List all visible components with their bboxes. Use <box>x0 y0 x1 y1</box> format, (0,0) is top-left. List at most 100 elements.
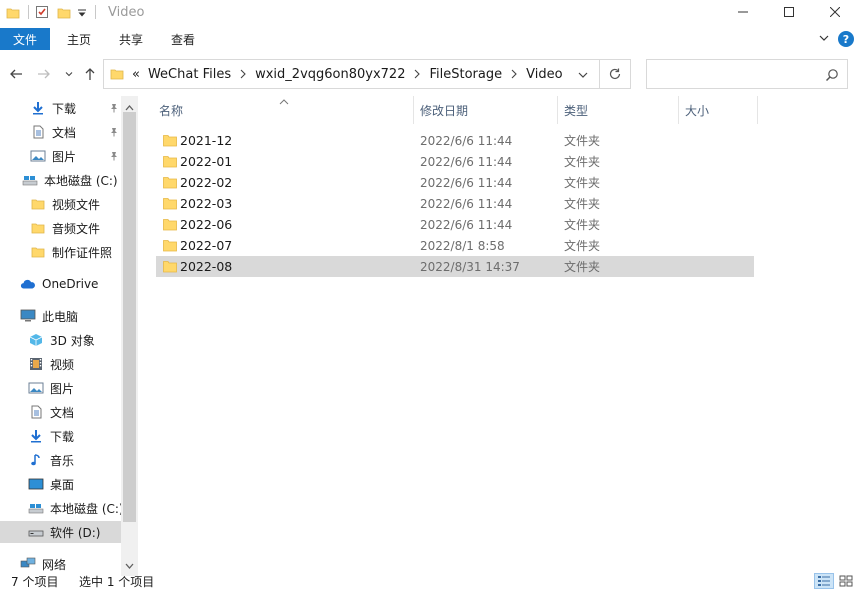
pictures-icon <box>28 380 44 396</box>
sidebar-item-label: 网络 <box>42 557 67 572</box>
sidebar-item-label: 视频文件 <box>52 197 101 212</box>
chevron-right-icon[interactable] <box>239 69 247 79</box>
drive-icon <box>28 500 44 516</box>
sidebar-item-label: 下载 <box>50 429 75 444</box>
sidebar-item-downloads[interactable]: 下载 <box>30 97 76 119</box>
pin-icon[interactable] <box>109 126 119 140</box>
sidebar-item-label: 文档 <box>52 125 77 140</box>
sidebar-item-3d-objects[interactable]: 3D 对象 <box>28 329 95 351</box>
search-input[interactable] <box>646 59 848 89</box>
tab-view[interactable]: 查看 <box>154 28 212 50</box>
folder-icon <box>30 244 46 260</box>
list-item[interactable]: 2022-03 2022/6/6 11:44 文件夹 <box>156 193 754 214</box>
toolbar-separator <box>28 5 29 19</box>
folder-icon <box>30 220 46 236</box>
breadcrumb-wxid[interactable]: wxid_2vqg6on80yx722 <box>255 67 405 82</box>
column-name[interactable]: 名称 <box>153 96 413 124</box>
forward-button[interactable] <box>34 64 54 84</box>
close-button[interactable] <box>812 0 858 24</box>
sidebar-scrollbar[interactable] <box>121 96 138 576</box>
sidebar-item-video-files[interactable]: 视频文件 <box>30 193 100 215</box>
list-item[interactable]: 2022-07 2022/8/1 8:58 文件夹 <box>156 235 754 256</box>
column-type[interactable]: 类型 <box>558 96 678 124</box>
sidebar-item-label: 文档 <box>50 405 75 420</box>
maximize-button[interactable] <box>766 0 812 24</box>
sidebar-item-label: 制作证件照 <box>52 245 113 260</box>
tab-share[interactable]: 共享 <box>108 28 154 50</box>
large-icons-view-button[interactable] <box>836 573 856 589</box>
address-history-dropdown[interactable] <box>577 69 589 84</box>
up-button[interactable] <box>80 64 100 84</box>
document-icon <box>30 124 46 140</box>
tab-file[interactable]: 文件 <box>0 28 50 50</box>
folder-icon <box>163 134 177 150</box>
file-type: 文件夹 <box>564 260 601 274</box>
back-arrow-icon <box>10 69 22 79</box>
list-item-selected[interactable]: 2022-08 2022/8/31 14:37 文件夹 <box>156 256 754 277</box>
toolbar-separator <box>95 5 96 19</box>
breadcrumb-video[interactable]: Video <box>526 67 562 82</box>
sidebar-item-label: 本地磁盘 (C:) <box>44 173 118 188</box>
list-item[interactable]: 2022-06 2022/6/6 11:44 文件夹 <box>156 214 754 235</box>
sidebar-item-pc-pictures[interactable]: 图片 <box>28 377 74 399</box>
file-list: 名称 修改日期 类型 大小 2021-12 2022/6/6 11:44 文件夹… <box>145 96 858 572</box>
breadcrumb-wechat-files[interactable]: WeChat Files <box>148 67 231 82</box>
sidebar-item-pc-documents[interactable]: 文档 <box>28 401 74 423</box>
sidebar-item-videos[interactable]: 视频 <box>28 353 74 375</box>
pin-icon[interactable] <box>109 102 119 116</box>
column-date-modified[interactable]: 修改日期 <box>414 96 557 124</box>
minimize-button[interactable] <box>720 0 766 24</box>
sidebar-item-software-d[interactable]: 软件 (D:) <box>0 521 121 543</box>
list-item[interactable]: 2022-02 2022/6/6 11:44 文件夹 <box>156 172 754 193</box>
scrollbar-thumb[interactable] <box>123 112 136 522</box>
list-item[interactable]: 2021-12 2022/6/6 11:44 文件夹 <box>156 130 754 151</box>
sidebar-item-onedrive[interactable]: OneDrive <box>20 273 98 295</box>
sidebar-item-label: 音乐 <box>50 453 75 468</box>
chevron-right-icon[interactable] <box>510 69 518 79</box>
sidebar-item-local-disk-c[interactable]: 本地磁盘 (C:) <box>22 169 118 191</box>
expand-ribbon-button[interactable] <box>818 32 830 47</box>
address-bar[interactable]: « WeChat Files wxid_2vqg6on80yx722 FileS… <box>103 59 600 89</box>
breadcrumb-filestorage[interactable]: FileStorage <box>429 67 502 82</box>
sidebar-item-label: 下载 <box>52 101 77 116</box>
column-divider[interactable] <box>757 96 758 124</box>
sidebar-item-id-photo[interactable]: 制作证件照 <box>30 241 112 263</box>
pin-icon[interactable] <box>109 150 119 164</box>
pictures-icon <box>30 148 46 164</box>
sidebar-item-documents[interactable]: 文档 <box>30 121 76 143</box>
sidebar-item-this-pc[interactable]: 此电脑 <box>20 305 78 327</box>
sidebar-item-pc-downloads[interactable]: 下载 <box>28 425 74 447</box>
address-overflow[interactable]: « <box>132 67 140 82</box>
chevron-right-icon[interactable] <box>413 69 421 79</box>
network-icon <box>20 556 36 572</box>
new-folder-icon[interactable] <box>57 6 71 19</box>
file-date: 2022/6/6 11:44 <box>420 133 513 148</box>
sidebar-item-audio-files[interactable]: 音频文件 <box>30 217 100 239</box>
recent-locations-button[interactable] <box>59 64 79 84</box>
navigation-bar: « WeChat Files wxid_2vqg6on80yx722 FileS… <box>0 58 858 90</box>
sidebar-item-music[interactable]: 音乐 <box>28 449 74 471</box>
column-size[interactable]: 大小 <box>679 96 757 124</box>
details-view-button[interactable] <box>814 573 834 589</box>
desktop-icon <box>28 476 44 492</box>
videos-icon <box>28 356 44 372</box>
search-icon[interactable] <box>825 68 839 85</box>
tab-home[interactable]: 主页 <box>50 28 108 50</box>
music-note-icon <box>28 452 44 468</box>
sidebar-item-pictures[interactable]: 图片 <box>30 145 76 167</box>
download-arrow-icon <box>30 100 46 116</box>
sidebar-item-pc-local-disk-c[interactable]: 本地磁盘 (C:) <box>28 497 124 519</box>
properties-icon[interactable] <box>35 5 49 19</box>
back-button[interactable] <box>6 64 26 84</box>
sidebar-item-desktop[interactable]: 桌面 <box>28 473 74 495</box>
list-item[interactable]: 2022-01 2022/6/6 11:44 文件夹 <box>156 151 754 172</box>
file-name: 2022-08 <box>180 259 233 274</box>
scroll-down-icon[interactable] <box>125 558 134 572</box>
folder-icon <box>110 67 124 81</box>
window-title: Video <box>108 4 145 20</box>
help-button[interactable]: ? <box>838 31 854 47</box>
chevron-down-icon <box>819 35 829 41</box>
customize-toolbar-icon[interactable] <box>77 7 87 17</box>
item-count: 7 个项目 <box>11 574 59 589</box>
refresh-button[interactable] <box>599 59 631 89</box>
